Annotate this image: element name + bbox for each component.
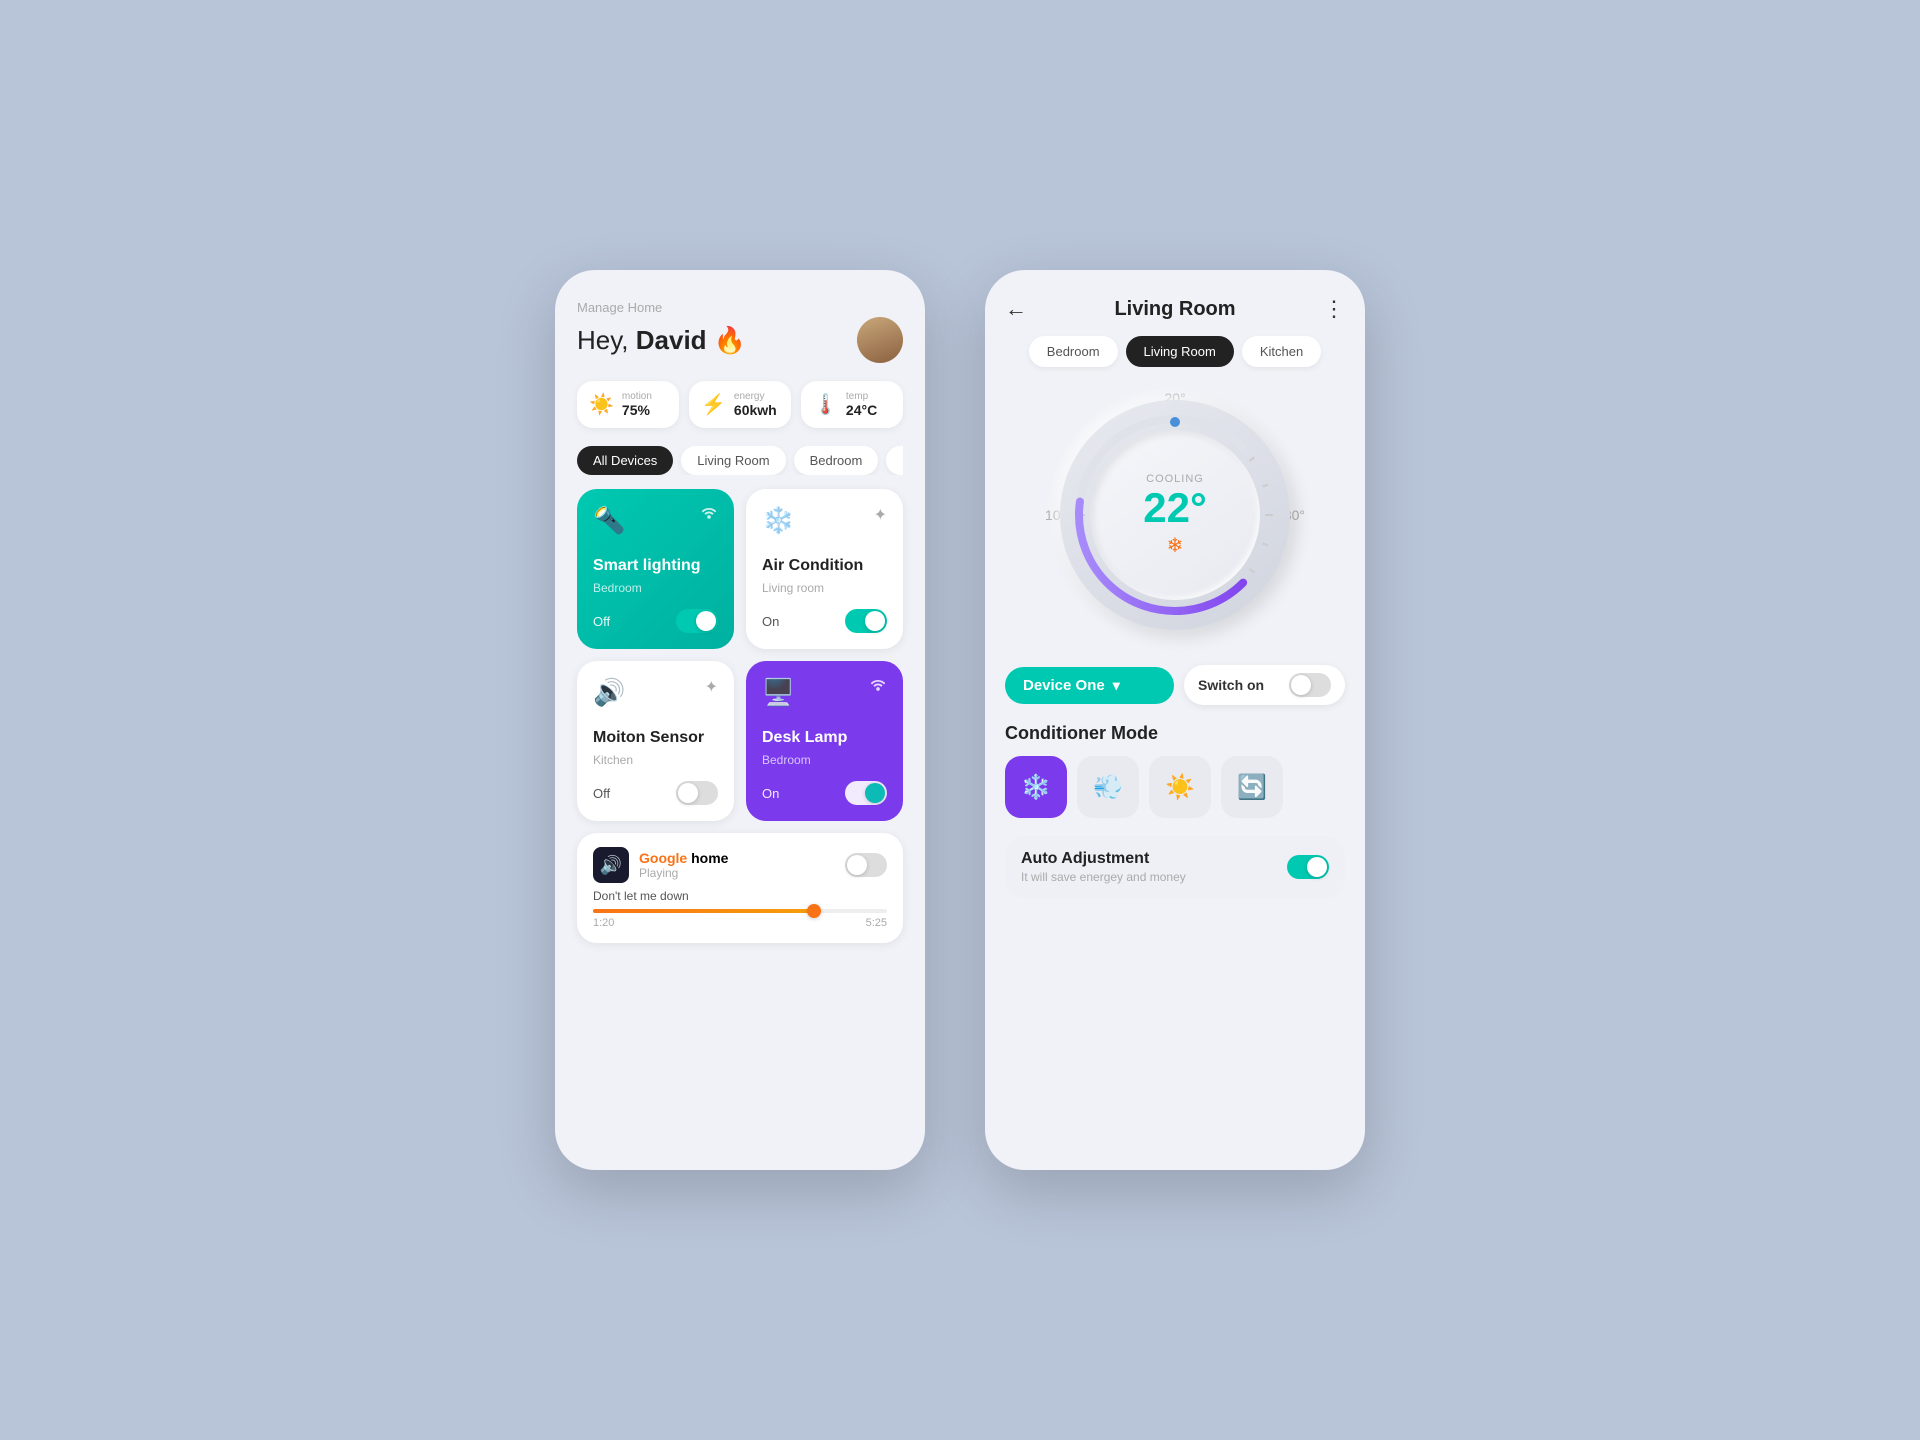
temp-label: temp	[846, 391, 877, 402]
auto-adjustment-title: Auto Adjustment	[1021, 850, 1186, 868]
desk-lamp-toggle[interactable]	[845, 781, 887, 805]
tab-bedroom[interactable]: Bedroom	[1029, 336, 1118, 367]
google-playing-label: Playing	[639, 866, 728, 880]
device-air-condition[interactable]: ❄️ ✦ Air Condition Living room On	[746, 489, 903, 649]
mode-sun[interactable]: ☀️	[1149, 756, 1211, 818]
device-desk-lamp[interactable]: 🖥️ Desk Lamp Bedroom On	[746, 661, 903, 821]
time-current: 1:20	[593, 917, 614, 929]
conditioner-mode-section: Conditioner Mode ❄️ 💨 ☀️ 🔄	[1005, 723, 1345, 818]
mode-cycle[interactable]: 🔄	[1221, 756, 1283, 818]
back-button[interactable]: ←	[1005, 296, 1027, 322]
tab-living-room[interactable]: Living Room	[681, 446, 785, 475]
energy-value: 60kwh	[734, 402, 777, 418]
motion-sensor-status: Off	[593, 786, 610, 801]
tab-bedroom[interactable]: Bedroom	[794, 446, 879, 475]
thermo-outer: COOLING 22° ❄	[1060, 400, 1290, 630]
device-smart-lighting[interactable]: 🔦 Smart lighting Bedroom Off	[577, 489, 734, 649]
device-one-button[interactable]: Device One ▾	[1005, 667, 1174, 704]
right-header: ← Living Room ⋮	[1005, 296, 1345, 322]
speaker-icon: 🔊	[593, 677, 625, 708]
energy-icon: ⚡	[701, 392, 726, 417]
air-condition-room: Living room	[762, 581, 887, 595]
switch-on-toggle[interactable]	[1289, 673, 1331, 697]
chevron-down-icon: ▾	[1113, 677, 1120, 694]
stat-motion: ☀️ motion 75%	[577, 381, 679, 428]
air-condition-name: Air Condition	[762, 557, 887, 575]
room-tabs: Bedroom Living Room Kitchen	[1005, 336, 1345, 367]
thermostat[interactable]: 20° 10° 30°	[1045, 385, 1305, 645]
motion-icon: ☀️	[589, 392, 614, 417]
motion-sensor-room: Kitchen	[593, 753, 718, 767]
temperature-value: 22°	[1143, 487, 1207, 529]
lamp-icon: 🔦	[593, 505, 625, 536]
ac-icon: ❄️	[762, 505, 794, 536]
google-home-icon: 🔊	[593, 847, 629, 883]
user-name: David	[636, 325, 707, 355]
tab-kitchen[interactable]: Kitchen	[1242, 336, 1321, 367]
air-condition-toggle[interactable]	[845, 609, 887, 633]
google-home-toggle[interactable]	[845, 853, 887, 877]
desk-lamp-icon: 🖥️	[762, 677, 794, 708]
device-motion-sensor[interactable]: 🔊 ✦ Moiton Sensor Kitchen Off	[577, 661, 734, 821]
left-phone: Manage Home Hey, David 🔥 ☀️ motion 75% ⚡…	[555, 270, 925, 1170]
mode-wind[interactable]: 💨	[1077, 756, 1139, 818]
song-name: Don't let me down	[593, 889, 887, 903]
room-title: Living Room	[1114, 298, 1235, 321]
switch-on-area: Switch on	[1184, 665, 1345, 705]
desk-lamp-status: On	[762, 786, 779, 801]
stats-row: ☀️ motion 75% ⚡ energy 60kwh 🌡️ temp 24°…	[577, 381, 903, 428]
smart-lighting-toggle[interactable]	[676, 609, 718, 633]
auto-adjustment-toggle[interactable]	[1287, 855, 1329, 879]
avatar[interactable]	[857, 317, 903, 363]
auto-adjustment-subtitle: It will save energey and money	[1021, 870, 1186, 884]
desk-lamp-room: Bedroom	[762, 753, 887, 767]
tab-all-devices[interactable]: All Devices	[577, 446, 673, 475]
device-switch-row: Device One ▾ Switch on	[1005, 665, 1345, 705]
conditioner-mode-title: Conditioner Mode	[1005, 723, 1345, 744]
filter-tabs: All Devices Living Room Bedroom K…	[577, 446, 903, 475]
motion-sensor-name: Moiton Sensor	[593, 729, 718, 747]
stat-temp: 🌡️ temp 24°C	[801, 381, 903, 428]
more-button[interactable]: ⋮	[1323, 296, 1345, 322]
device-one-label: Device One	[1023, 677, 1105, 694]
wifi-icon-lighting	[700, 505, 718, 524]
energy-label: energy	[734, 391, 777, 402]
time-total: 5:25	[866, 917, 887, 929]
motion-sensor-toggle[interactable]	[676, 781, 718, 805]
smart-lighting-name: Smart lighting	[593, 557, 718, 575]
google-brand: Google Google home home	[639, 850, 728, 866]
snow-icon: ❄	[1167, 533, 1184, 558]
bt-icon-ac: ✦	[874, 505, 887, 525]
motion-label: motion	[622, 391, 652, 402]
progress-bar[interactable]	[593, 909, 887, 913]
bt-icon-motion: ✦	[705, 677, 718, 697]
switch-on-label: Switch on	[1198, 677, 1264, 693]
progress-fill	[593, 909, 814, 913]
tab-kitchen[interactable]: K…	[886, 446, 903, 475]
mode-buttons: ❄️ 💨 ☀️ 🔄	[1005, 756, 1345, 818]
right-phone: ← Living Room ⋮ Bedroom Living Room Kitc…	[985, 270, 1365, 1170]
motion-value: 75%	[622, 402, 652, 418]
stat-energy: ⚡ energy 60kwh	[689, 381, 791, 428]
thermo-inner: COOLING 22° ❄	[1090, 430, 1260, 600]
tab-living-room[interactable]: Living Room	[1126, 336, 1234, 367]
progress-dot	[807, 904, 821, 918]
thermo-ring: COOLING 22° ❄	[1070, 410, 1280, 620]
temp-value: 24°C	[846, 402, 877, 418]
device-grid: 🔦 Smart lighting Bedroom Off ❄️ ✦	[577, 489, 903, 821]
wifi-icon-desk	[869, 677, 887, 696]
mode-snow[interactable]: ❄️	[1005, 756, 1067, 818]
smart-lighting-status: Off	[593, 614, 610, 629]
greeting-emoji: 🔥	[714, 325, 746, 355]
google-home-card: 🔊 Google Google home home Playing Don't …	[577, 833, 903, 943]
auto-adjustment-card: Auto Adjustment It will save energey and…	[1005, 836, 1345, 898]
greeting: Hey, David 🔥	[577, 325, 746, 356]
smart-lighting-room: Bedroom	[593, 581, 718, 595]
cooling-label: COOLING	[1146, 473, 1204, 485]
desk-lamp-name: Desk Lamp	[762, 729, 887, 747]
air-condition-status: On	[762, 614, 779, 629]
temp-icon: 🌡️	[813, 392, 838, 417]
manage-label: Manage Home	[577, 300, 903, 315]
